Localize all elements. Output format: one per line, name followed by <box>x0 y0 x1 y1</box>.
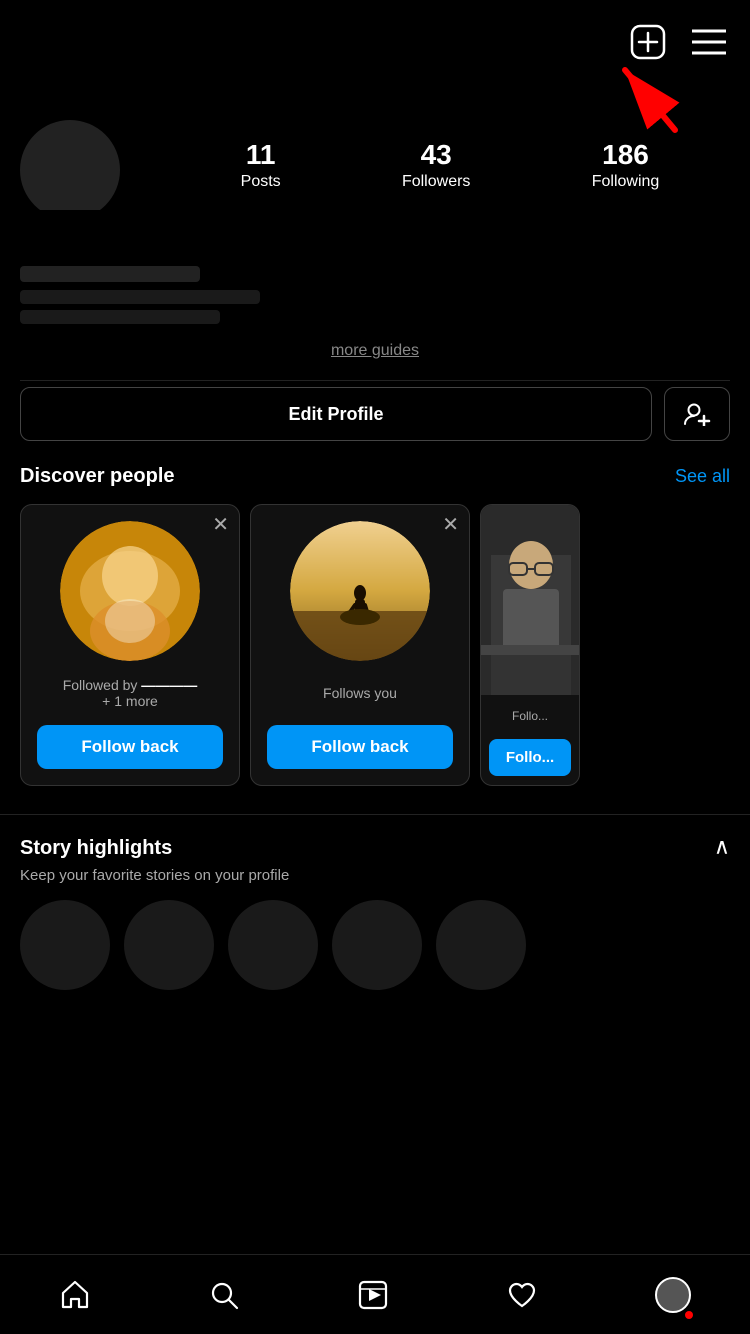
close-card-2-button[interactable]: ✕ <box>442 515 459 535</box>
action-buttons: Edit Profile <box>20 387 730 465</box>
add-person-icon <box>683 402 711 426</box>
person-3-follow-info: Follo... <box>489 701 571 731</box>
story-subtitle: Keep your favorite stories on your profi… <box>20 867 730 884</box>
followers-count: 43 <box>421 140 452 171</box>
edit-profile-button[interactable]: Edit Profile <box>20 387 652 441</box>
follow-back-1-button[interactable]: Follow back <box>37 725 223 769</box>
bottom-nav <box>0 1254 750 1334</box>
person-1-more-text: + 1 more <box>102 693 158 709</box>
nav-profile[interactable] <box>639 1269 707 1321</box>
following-label: Following <box>592 173 660 191</box>
add-friend-button[interactable] <box>664 387 730 441</box>
story-header: Story highlights ∨ <box>20 815 730 867</box>
story-circle-5[interactable] <box>436 900 526 990</box>
heart-icon <box>506 1279 538 1311</box>
person-2-follows-you: Follows you <box>323 685 397 701</box>
story-collapse-button[interactable]: ∨ <box>714 835 730 861</box>
person-card-2-inner: Follows you <box>251 505 469 725</box>
person-1-avatar <box>60 521 200 661</box>
follow-3-button[interactable]: Follo... <box>489 739 571 776</box>
person-card-1-inner: Followed by ———— + 1 more <box>21 505 239 725</box>
discover-title: Discover people <box>20 465 175 488</box>
followers-label: Followers <box>402 173 470 191</box>
following-stat[interactable]: 186 Following <box>592 140 660 191</box>
menu-button[interactable] <box>688 24 730 63</box>
story-circle-4[interactable] <box>332 900 422 990</box>
new-post-button[interactable] <box>626 20 670 67</box>
posts-count: 11 <box>246 140 276 171</box>
more-guides[interactable]: more guides <box>20 332 730 381</box>
story-circle-2[interactable] <box>124 900 214 990</box>
person-card-3: Follo... Follo... <box>480 504 580 786</box>
story-section: Story highlights ∨ Keep your favorite st… <box>0 814 750 1010</box>
profile-image-placeholder <box>0 0 300 110</box>
nav-reels[interactable] <box>341 1271 405 1319</box>
person-1-followed-by-text: Followed by ———— <box>63 677 198 693</box>
story-circle-3[interactable] <box>228 900 318 990</box>
new-post-icon <box>630 24 666 60</box>
see-all-link[interactable]: See all <box>675 466 730 487</box>
profile-area: 11 Posts 43 Followers 186 Following mor <box>0 110 750 465</box>
search-icon <box>208 1279 240 1311</box>
header <box>0 0 750 110</box>
profile-top: 11 Posts 43 Followers 186 Following <box>20 110 730 266</box>
story-circles <box>20 900 730 990</box>
person-2-follow-info: Follows you <box>313 673 407 713</box>
close-card-1-button[interactable]: ✕ <box>212 515 229 535</box>
person-3-avatar <box>481 505 579 695</box>
people-row: ✕ <box>20 504 730 786</box>
header-icons <box>626 20 730 67</box>
person-1-follow-info: Followed by ———— + 1 more <box>53 673 208 713</box>
followers-stat[interactable]: 43 Followers <box>402 140 470 191</box>
story-title: Story highlights <box>20 837 172 860</box>
profile-bio <box>20 266 730 332</box>
nav-activity[interactable] <box>490 1271 554 1319</box>
notification-dot <box>685 1311 693 1319</box>
nav-home[interactable] <box>43 1271 107 1319</box>
person-card-1: ✕ <box>20 504 240 786</box>
posts-stat[interactable]: 11 Posts <box>241 140 281 191</box>
avatar-wrap <box>20 110 160 250</box>
following-count: 186 <box>602 140 649 171</box>
person-card-2: ✕ <box>250 504 470 786</box>
home-icon <box>59 1279 91 1311</box>
reels-icon <box>357 1279 389 1311</box>
person-2-avatar <box>290 521 430 661</box>
profile-avatar-small <box>655 1277 691 1313</box>
story-circle-1[interactable] <box>20 900 110 990</box>
hamburger-icon <box>692 28 726 56</box>
discover-header: Discover people See all <box>20 465 730 488</box>
posts-label: Posts <box>241 173 281 191</box>
discover-section: Discover people See all ✕ <box>0 465 750 810</box>
follow-back-2-button[interactable]: Follow back <box>267 725 453 769</box>
nav-search[interactable] <box>192 1271 256 1319</box>
stats-area: 11 Posts 43 Followers 186 Following <box>180 110 730 191</box>
